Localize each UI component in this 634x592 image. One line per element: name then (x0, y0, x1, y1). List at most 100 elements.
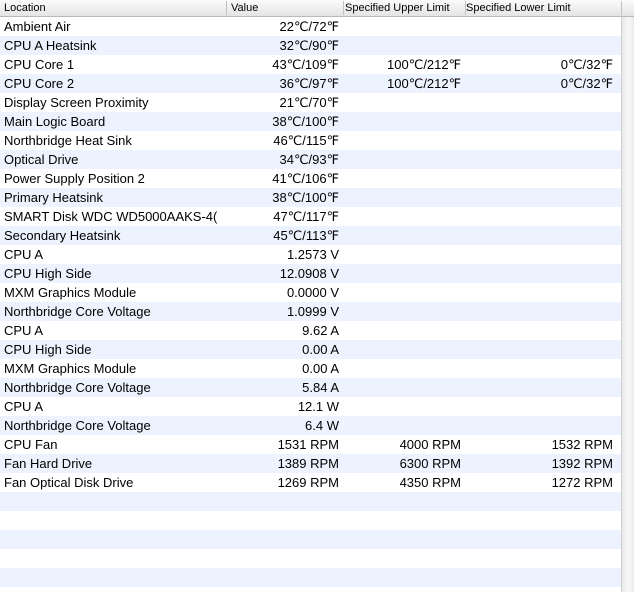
column-header-lower-limit[interactable]: Specified Lower Limit (462, 0, 622, 16)
upper-limit-cell (343, 131, 461, 150)
value-cell: 0.0000 V (286, 285, 339, 300)
value-cell: 1269 RPM (277, 475, 339, 490)
column-header-upper-limit[interactable]: Specified Upper Limit (341, 0, 465, 16)
lower-limit-cell (465, 283, 613, 302)
lower-limit-cell: 1532 RPM (551, 437, 613, 452)
empty-row (0, 511, 621, 530)
table-row[interactable]: CPU Core 2 36℃/97℉ 100℃/212℉ 0℃/32℉ (0, 74, 621, 93)
lower-limit-cell (465, 321, 613, 340)
table-row[interactable]: CPU High Side 0.00 A (0, 340, 621, 359)
upper-limit-cell (343, 93, 461, 112)
table-row[interactable]: CPU A 1.2573 V (0, 245, 621, 264)
location-cell: CPU A (4, 247, 44, 262)
value-cell: 47℃/117℉ (273, 209, 339, 224)
upper-limit-cell (343, 416, 461, 435)
value-cell: 32℃/90℉ (279, 38, 339, 53)
value-cell: 21℃/70℉ (279, 95, 339, 110)
lower-limit-cell (465, 150, 613, 169)
column-header-location[interactable]: Location (0, 0, 226, 16)
upper-limit-cell (343, 283, 461, 302)
upper-limit-cell (343, 150, 461, 169)
value-cell: 0.00 A (302, 361, 339, 376)
lower-limit-cell: 0℃/32℉ (560, 76, 613, 91)
table-body[interactable]: Ambient Air 22℃/72℉ CPU A Heatsink 32℃/90℉ C… (0, 17, 621, 592)
empty-row (0, 530, 621, 549)
lower-limit-cell (465, 207, 613, 226)
value-cell: 9.62 A (302, 323, 339, 338)
value-cell: 1.2573 V (286, 247, 339, 262)
vertical-scrollbar[interactable] (621, 17, 634, 592)
lower-limit-cell (465, 131, 613, 150)
empty-row (0, 549, 621, 568)
table-row[interactable]: Northbridge Heat Sink 46℃/115℉ (0, 131, 621, 150)
lower-limit-cell (465, 340, 613, 359)
empty-row (0, 568, 621, 587)
value-cell: 43℃/109℉ (272, 57, 339, 72)
location-cell: Fan Optical Disk Drive (4, 475, 134, 490)
table-row[interactable]: Northbridge Core Voltage 1.0999 V (0, 302, 621, 321)
upper-limit-cell (343, 397, 461, 416)
table-row[interactable]: Display Screen Proximity 21℃/70℉ (0, 93, 621, 112)
upper-limit-cell (343, 340, 461, 359)
table-row[interactable]: CPU A 12.1 W (0, 397, 621, 416)
location-cell: CPU A (4, 323, 44, 338)
location-cell: Secondary Heatsink (4, 228, 121, 243)
location-cell: CPU A Heatsink (4, 38, 97, 53)
upper-limit-cell: 4350 RPM (399, 475, 461, 490)
table-row[interactable]: Secondary Heatsink 45℃/113℉ (0, 226, 621, 245)
location-cell: Northbridge Heat Sink (4, 133, 132, 148)
upper-limit-cell (343, 321, 461, 340)
lower-limit-cell (465, 188, 613, 207)
table-row[interactable]: Main Logic Board 38℃/100℉ (0, 112, 621, 131)
table-row[interactable]: Fan Hard Drive 1389 RPM 6300 RPM 1392 RPM (0, 454, 621, 473)
location-cell: Display Screen Proximity (4, 95, 149, 110)
table-row[interactable]: MXM Graphics Module 0.00 A (0, 359, 621, 378)
table-row[interactable]: Power Supply Position 2 41℃/106℉ (0, 169, 621, 188)
location-cell: CPU A (4, 399, 44, 414)
table-row[interactable]: CPU High Side 12.0908 V (0, 264, 621, 283)
table-header: Location Value Specified Upper Limit Spe… (0, 0, 634, 17)
lower-limit-cell (465, 378, 613, 397)
table-row[interactable]: Optical Drive 34℃/93℉ (0, 150, 621, 169)
table-row[interactable]: Northbridge Core Voltage 5.84 A (0, 378, 621, 397)
location-cell: CPU Core 2 (4, 76, 75, 91)
location-cell: CPU High Side (4, 342, 92, 357)
value-cell: 38℃/100℉ (272, 190, 339, 205)
location-cell: Ambient Air (4, 19, 71, 34)
location-cell: Northbridge Core Voltage (4, 418, 151, 433)
lower-limit-cell (465, 226, 613, 245)
lower-limit-cell (465, 264, 613, 283)
table-row[interactable]: CPU A 9.62 A (0, 321, 621, 340)
value-cell: 46℃/115℉ (273, 133, 339, 148)
table-row[interactable]: CPU Fan 1531 RPM 4000 RPM 1532 RPM (0, 435, 621, 454)
upper-limit-cell (343, 112, 461, 131)
location-cell: CPU Core 1 (4, 57, 75, 72)
column-divider (621, 1, 622, 15)
value-cell: 38℃/100℉ (272, 114, 339, 129)
location-cell: CPU Fan (4, 437, 58, 452)
column-header-value[interactable]: Value (227, 0, 343, 16)
lower-limit-cell (465, 112, 613, 131)
value-cell: 1389 RPM (277, 456, 339, 471)
upper-limit-cell (343, 188, 461, 207)
upper-limit-cell (343, 17, 461, 36)
table-row[interactable]: SMART Disk WDC WD5000AAKS-4(47℃/117℉ (0, 207, 621, 226)
value-cell: 6.4 W (305, 418, 339, 433)
table-row[interactable]: Northbridge Core Voltage 6.4 W (0, 416, 621, 435)
location-cell: Northbridge Core Voltage (4, 380, 151, 395)
table-row[interactable]: Ambient Air 22℃/72℉ (0, 17, 621, 36)
table-row[interactable]: CPU A Heatsink 32℃/90℉ (0, 36, 621, 55)
location-cell: Optical Drive (4, 152, 79, 167)
table-row[interactable]: Fan Optical Disk Drive 1269 RPM 4350 RPM 12… (0, 473, 621, 492)
table-row[interactable]: CPU Core 1 43℃/109℉ 100℃/212℉ 0℃/32℉ (0, 55, 621, 74)
upper-limit-cell (343, 245, 461, 264)
upper-limit-cell: 100℃/212℉ (387, 57, 461, 72)
empty-row (0, 492, 621, 511)
value-cell: 0.00 A (302, 342, 339, 357)
table-row[interactable]: Primary Heatsink 38℃/100℉ (0, 188, 621, 207)
location-cell: Power Supply Position 2 (4, 171, 145, 186)
upper-limit-cell (343, 207, 461, 226)
value-cell: 5.84 A (302, 380, 339, 395)
table-row[interactable]: MXM Graphics Module 0.0000 V (0, 283, 621, 302)
upper-limit-cell (343, 359, 461, 378)
